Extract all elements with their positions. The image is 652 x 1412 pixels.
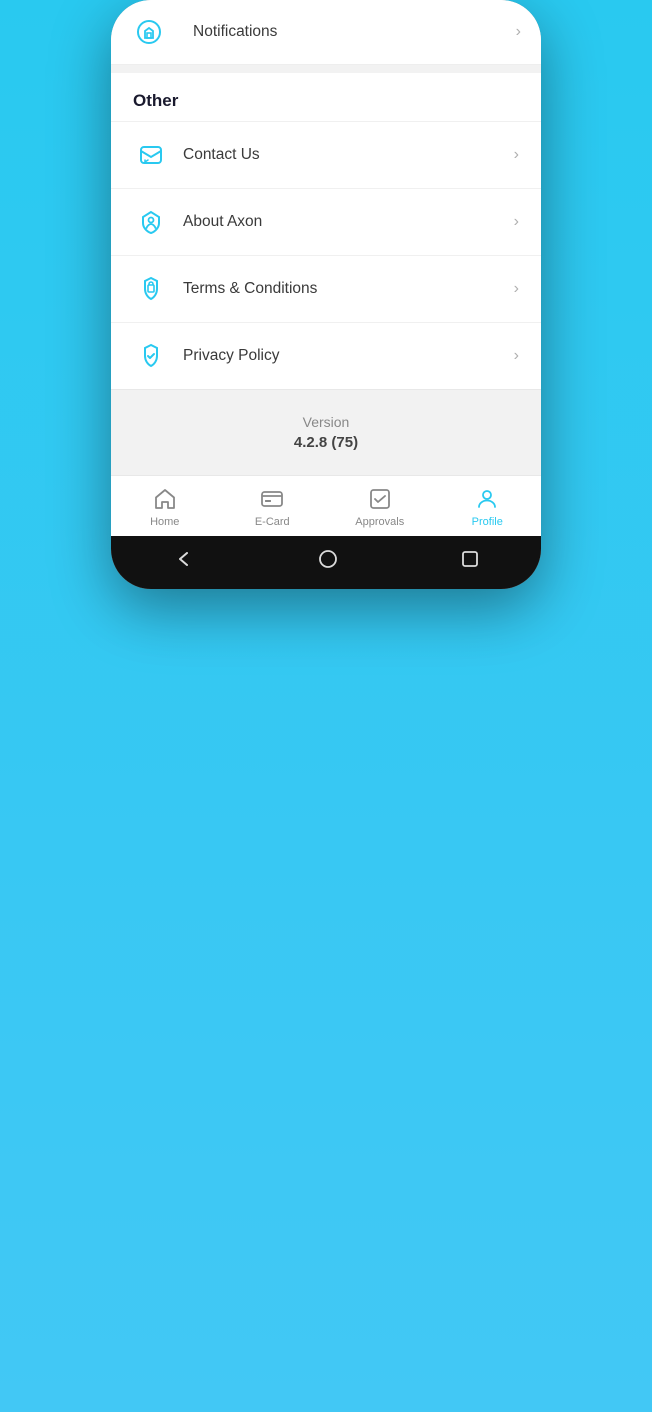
- android-back-button[interactable]: [173, 548, 195, 575]
- partial-chevron: ›: [516, 23, 521, 41]
- android-recents-button[interactable]: [461, 550, 479, 573]
- contact-us-icon: [133, 137, 169, 173]
- phone-frame: Notifications › Other Contact Us: [111, 0, 541, 589]
- other-section-header: Other: [111, 73, 541, 121]
- partial-label: Notifications: [193, 23, 504, 41]
- privacy-policy-item[interactable]: Privacy Policy ›: [111, 322, 541, 389]
- partial-top-item[interactable]: Notifications ›: [111, 0, 541, 65]
- about-axon-label: About Axon: [183, 213, 514, 231]
- about-axon-item[interactable]: About Axon ›: [111, 188, 541, 255]
- nav-home[interactable]: Home: [111, 486, 219, 528]
- contact-us-chevron: ›: [514, 146, 519, 164]
- profile-icon: [474, 486, 500, 512]
- home-icon: [152, 486, 178, 512]
- partial-icon: [131, 14, 167, 50]
- privacy-policy-label: Privacy Policy: [183, 347, 514, 365]
- nav-approvals[interactable]: Approvals: [326, 486, 434, 528]
- contact-us-label: Contact Us: [183, 146, 514, 164]
- home-nav-label: Home: [150, 516, 179, 528]
- ecard-nav-label: E-Card: [255, 516, 290, 528]
- terms-conditions-chevron: ›: [514, 280, 519, 298]
- version-number: 4.2.8 (75): [131, 434, 521, 451]
- bottom-nav: Home E-Card: [111, 475, 541, 536]
- contact-us-item[interactable]: Contact Us ›: [111, 121, 541, 188]
- version-label: Version: [131, 414, 521, 430]
- ecard-icon: [259, 486, 285, 512]
- terms-conditions-icon: [133, 271, 169, 307]
- about-axon-chevron: ›: [514, 213, 519, 231]
- approvals-icon: [367, 486, 393, 512]
- nav-ecard[interactable]: E-Card: [219, 486, 327, 528]
- android-navbar: [111, 536, 541, 589]
- version-section: Version 4.2.8 (75): [111, 389, 541, 475]
- approvals-nav-label: Approvals: [355, 516, 404, 528]
- terms-conditions-label: Terms & Conditions: [183, 280, 514, 298]
- other-menu-list: Contact Us › About Axon ›: [111, 121, 541, 389]
- terms-conditions-item[interactable]: Terms & Conditions ›: [111, 255, 541, 322]
- android-home-button[interactable]: [319, 550, 337, 573]
- nav-profile[interactable]: Profile: [434, 486, 542, 528]
- privacy-policy-icon: [133, 338, 169, 374]
- other-section: Other Contact Us ›: [111, 73, 541, 389]
- profile-nav-label: Profile: [472, 516, 503, 528]
- privacy-policy-chevron: ›: [514, 347, 519, 365]
- about-axon-icon: [133, 204, 169, 240]
- phone-screen: Notifications › Other Contact Us: [111, 0, 541, 589]
